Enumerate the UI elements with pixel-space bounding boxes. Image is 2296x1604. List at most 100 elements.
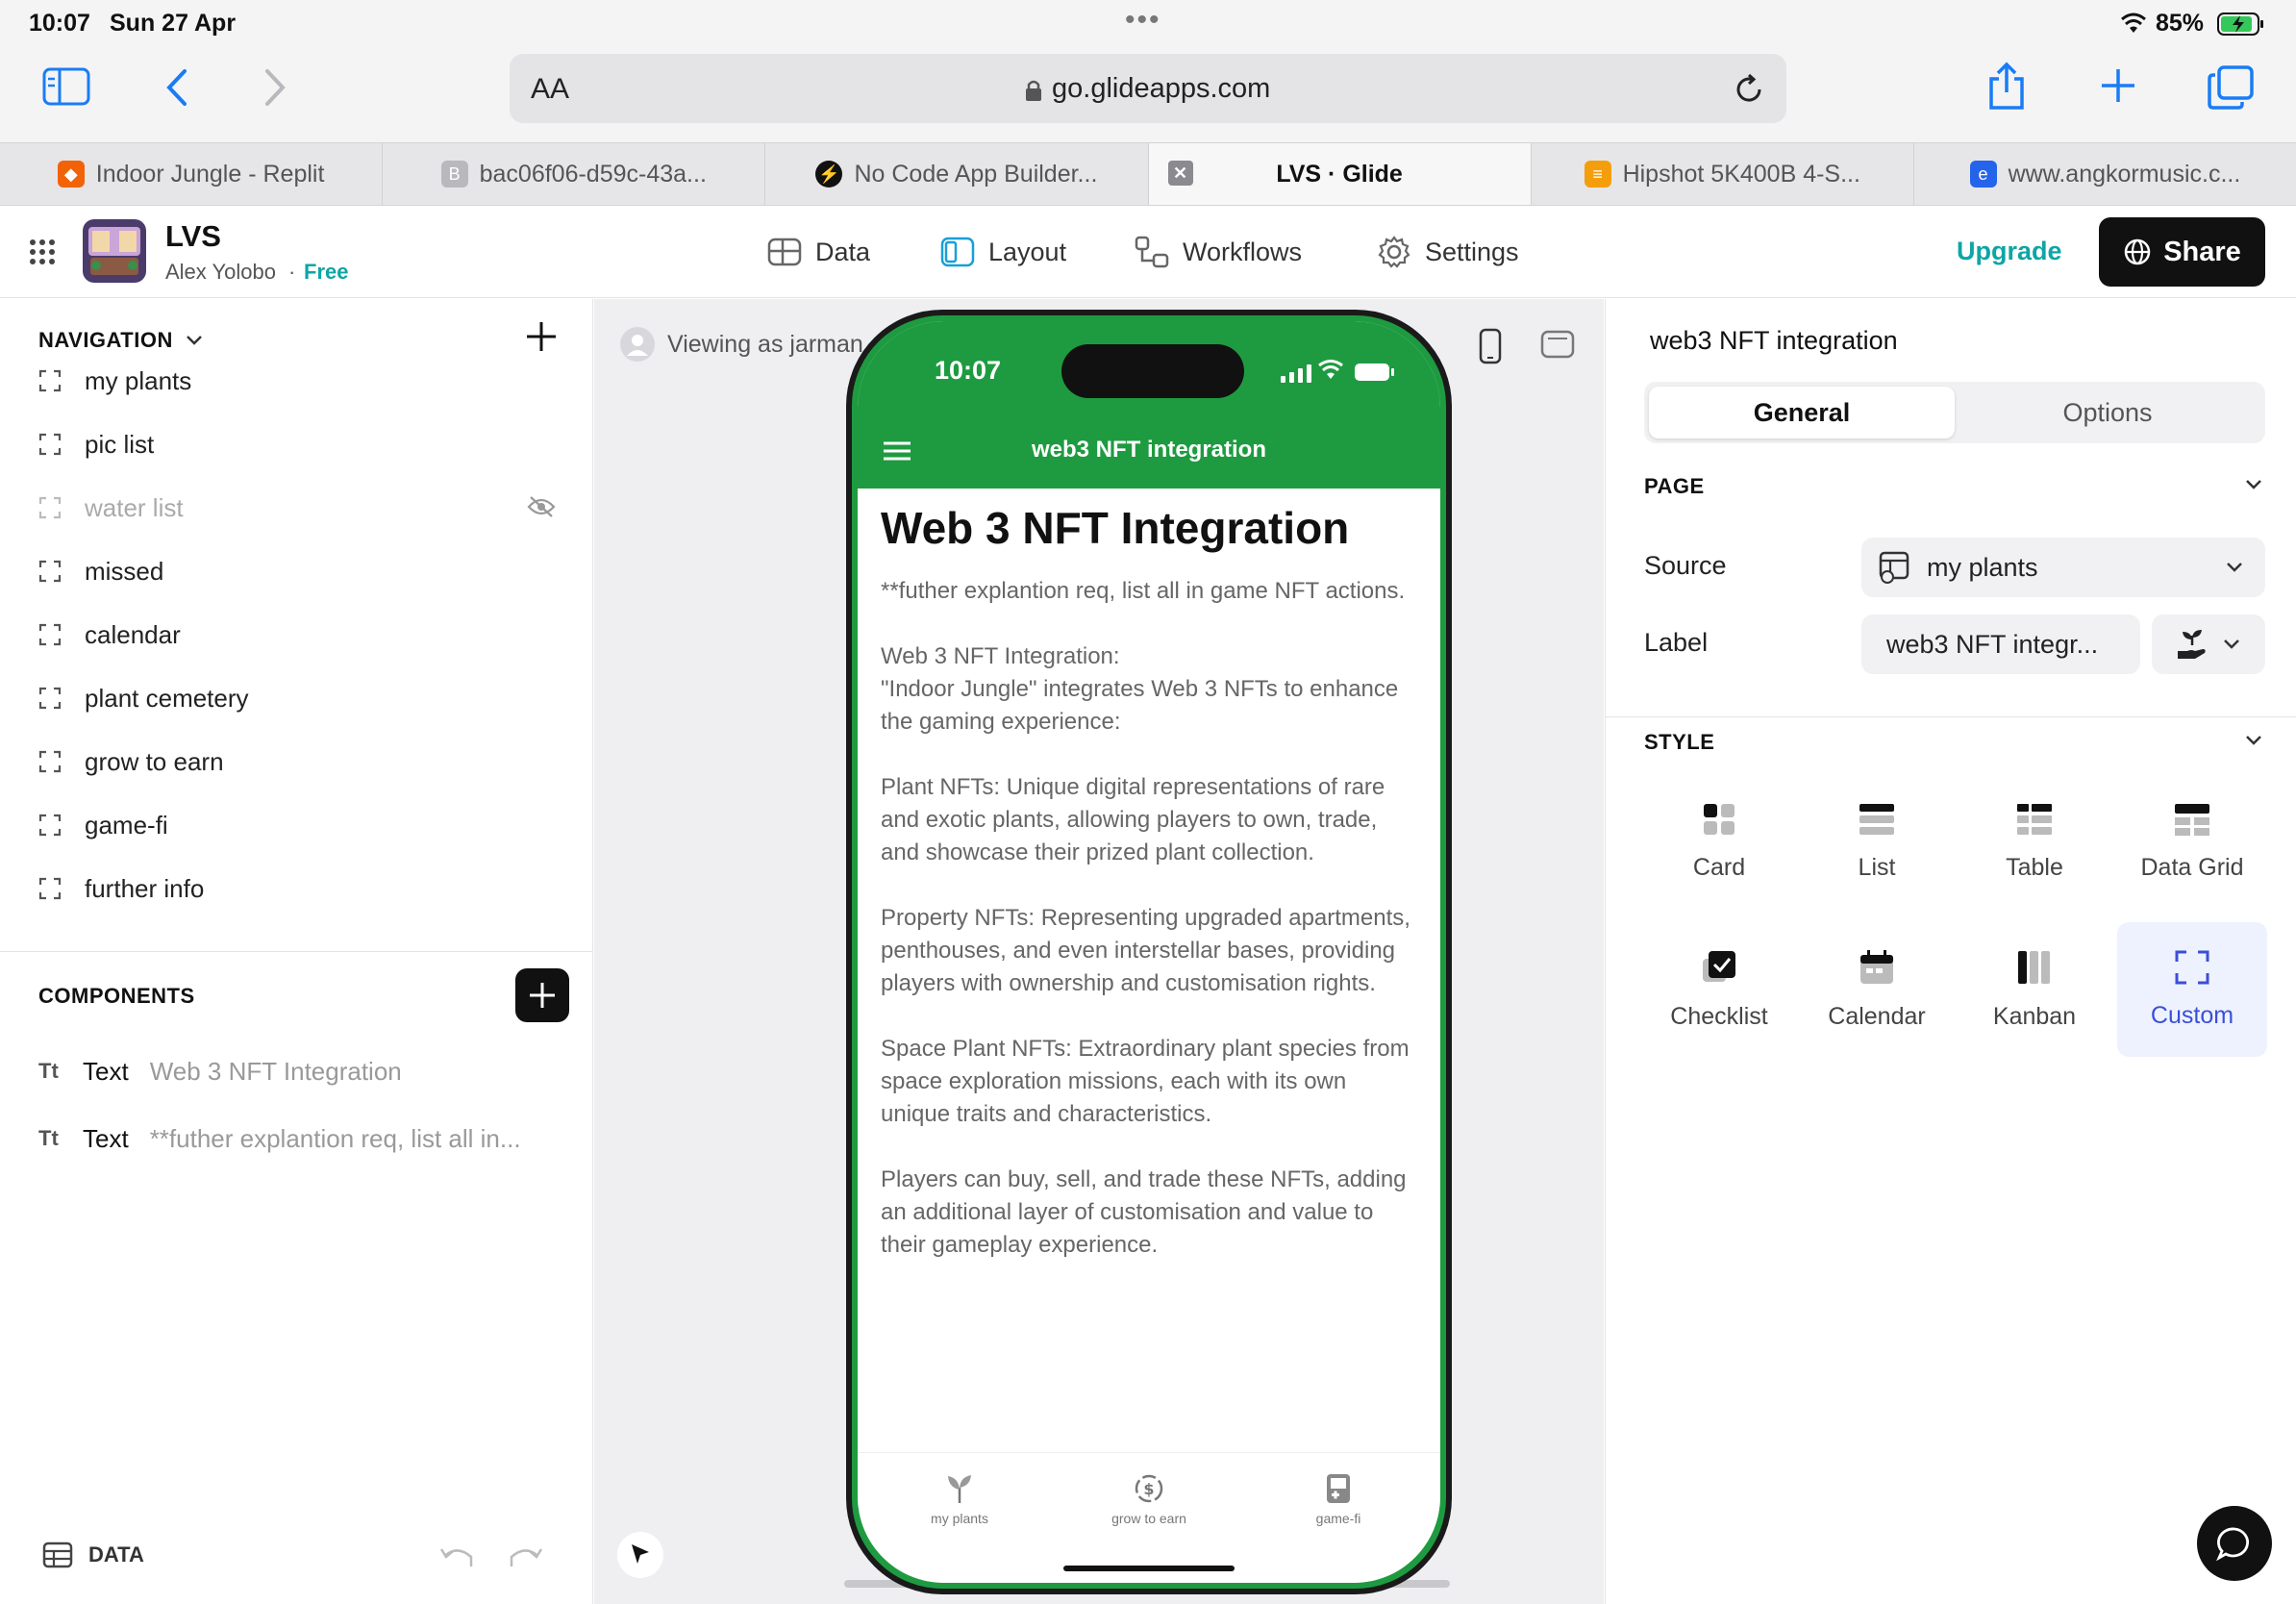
navigation-header[interactable]: NAVIGATION bbox=[38, 328, 204, 353]
nav-item-game-fi[interactable]: game-fi bbox=[38, 801, 168, 849]
data-editor-link[interactable]: DATA bbox=[42, 1541, 144, 1568]
calendar-style-icon bbox=[1860, 949, 1893, 984]
nav-item-calendar[interactable]: calendar bbox=[38, 611, 181, 659]
style-list[interactable]: List bbox=[1802, 774, 1952, 909]
style-label: Data Grid bbox=[2140, 853, 2244, 881]
custom-style-icon bbox=[2175, 950, 2209, 984]
multitask-dots[interactable]: ••• bbox=[1125, 4, 1161, 37]
nav-item-plant-cemetery[interactable]: plant cemetery bbox=[38, 674, 249, 722]
add-component-button[interactable] bbox=[515, 968, 569, 1022]
style-card[interactable]: Card bbox=[1644, 774, 1794, 909]
component-text-2[interactable]: Tt Text **futher explantion req, list al… bbox=[38, 1115, 521, 1163]
style-custom[interactable]: Custom bbox=[2117, 922, 2267, 1057]
hidden-eye-icon[interactable] bbox=[527, 495, 556, 518]
tabs-overview-icon[interactable] bbox=[2208, 65, 2254, 110]
options-tab[interactable]: Options bbox=[1955, 387, 2260, 439]
redo-icon[interactable] bbox=[506, 1545, 544, 1570]
lock-icon bbox=[1025, 79, 1042, 102]
custom-screen-icon bbox=[38, 623, 62, 646]
tablet-preview-icon[interactable] bbox=[1540, 330, 1575, 359]
source-select[interactable]: my plants bbox=[1861, 538, 2265, 597]
tab-hipshot[interactable]: ≡ Hipshot 5K400B 4-S... bbox=[1532, 143, 1914, 205]
component-value: **futher explantion req, list all in... bbox=[149, 1123, 521, 1153]
content-paragraph: Property NFTs: Representing upgraded apa… bbox=[881, 905, 1410, 996]
owner-separator: · bbox=[288, 260, 296, 284]
label-icon-picker[interactable] bbox=[2152, 614, 2265, 674]
custom-screen-icon bbox=[38, 496, 62, 519]
text-type-icon: Tt bbox=[38, 1126, 59, 1150]
custom-screen-icon bbox=[38, 560, 62, 583]
tab-workflows[interactable]: Workflows bbox=[1135, 231, 1302, 273]
content-paragraph: Plant NFTs: Unique digital representatio… bbox=[881, 774, 1385, 865]
undo-icon[interactable] bbox=[438, 1545, 477, 1570]
tab-layout[interactable]: Layout bbox=[940, 231, 1066, 273]
share-button[interactable]: Share bbox=[2099, 217, 2265, 287]
style-table[interactable]: Table bbox=[1959, 774, 2109, 909]
content-paragraph[interactable]: **futher explantion req, list all in gam… bbox=[881, 575, 1419, 608]
phone-tab-grow-to-earn[interactable]: $ grow to earn bbox=[1072, 1472, 1226, 1526]
content-paragraph: Web 3 NFT Integration: "Indoor Jungle" i… bbox=[881, 643, 1399, 735]
custom-screen-icon bbox=[38, 369, 62, 392]
divider bbox=[1606, 716, 2296, 717]
style-calendar[interactable]: Calendar bbox=[1802, 922, 1952, 1057]
wifi-icon bbox=[2119, 12, 2148, 35]
phone-preview: 10:07 web3 NFT integration Web 3 NFT Int… bbox=[846, 310, 1452, 1594]
tab-bac06f06[interactable]: B bac06f06-d59c-43a... bbox=[383, 143, 766, 205]
user-avatar-icon bbox=[620, 327, 655, 362]
close-tab-icon[interactable]: ✕ bbox=[1167, 161, 1193, 186]
chat-support-button[interactable] bbox=[2197, 1506, 2272, 1581]
component-text-1[interactable]: Tt Text Web 3 NFT Integration bbox=[38, 1047, 402, 1095]
signal-icon bbox=[1281, 363, 1311, 383]
phone-screen: 10:07 web3 NFT integration Web 3 NFT Int… bbox=[858, 321, 1440, 1583]
tab-settings[interactable]: Settings bbox=[1377, 231, 1519, 273]
chevron-down-icon[interactable] bbox=[2244, 478, 2263, 491]
coin-cycle-icon: $ bbox=[1135, 1474, 1163, 1503]
tab-no-code-app-builder[interactable]: ⚡ No Code App Builder... bbox=[765, 143, 1149, 205]
sidebar-toggle-icon[interactable] bbox=[42, 67, 90, 106]
tab-data[interactable]: Data bbox=[767, 231, 870, 273]
phone-tab-game-fi[interactable]: game-fi bbox=[1261, 1472, 1415, 1526]
list-style-icon bbox=[1859, 803, 1894, 835]
url-text: go.glideapps.com bbox=[1052, 73, 1271, 104]
nav-item-grow-to-earn[interactable]: grow to earn bbox=[38, 738, 224, 786]
content-heading[interactable]: Web 3 NFT Integration bbox=[881, 502, 1419, 554]
layout-icon bbox=[940, 237, 975, 267]
nav-item-water-list[interactable]: water list bbox=[38, 484, 184, 532]
general-tab[interactable]: General bbox=[1649, 387, 1955, 439]
cursor-tool-icon[interactable] bbox=[617, 1532, 663, 1578]
phone-preview-icon[interactable] bbox=[1479, 328, 1502, 364]
chevron-down-icon[interactable] bbox=[2244, 734, 2263, 747]
app-logo[interactable] bbox=[83, 219, 146, 283]
forward-icon[interactable] bbox=[263, 67, 288, 108]
nav-item-further-info[interactable]: further info bbox=[38, 865, 204, 913]
left-panel: NAVIGATION my plants pic list water list mi… bbox=[0, 299, 593, 1604]
nav-item-pic-list[interactable]: pic list bbox=[38, 420, 154, 468]
share-icon[interactable] bbox=[1986, 62, 2027, 112]
style-data-grid[interactable]: Data Grid bbox=[2117, 774, 2267, 909]
phone-tab-my-plants[interactable]: my plants bbox=[883, 1472, 1036, 1526]
style-checklist[interactable]: Checklist bbox=[1644, 922, 1794, 1057]
nav-item-missed[interactable]: missed bbox=[38, 547, 163, 595]
viewing-as-selector[interactable]: Viewing as jarman bbox=[619, 326, 863, 363]
label-input[interactable]: web3 NFT integr... bbox=[1861, 614, 2140, 674]
add-screen-icon[interactable] bbox=[525, 320, 558, 353]
style-section-title: STYLE bbox=[1644, 730, 1715, 754]
chevron-down-icon bbox=[2224, 639, 2239, 649]
nav-item-my-plants[interactable]: my plants bbox=[38, 357, 191, 405]
components-title: COMPONENTS bbox=[38, 984, 195, 1008]
tab-label: www.angkormusic.c... bbox=[2008, 160, 2241, 188]
address-bar[interactable]: AA go.glideapps.com bbox=[510, 54, 1786, 123]
reader-settings-button[interactable]: AA bbox=[531, 73, 569, 106]
style-kanban[interactable]: Kanban bbox=[1959, 922, 2109, 1057]
upgrade-button[interactable]: Upgrade bbox=[1957, 237, 2062, 266]
apps-grid-icon[interactable] bbox=[29, 238, 56, 265]
reload-icon[interactable] bbox=[1733, 73, 1765, 106]
tab-lvs-glide[interactable]: ✕ LVS · Glide bbox=[1148, 143, 1532, 205]
replit-icon: ◆ bbox=[57, 161, 85, 188]
new-tab-icon[interactable] bbox=[2100, 67, 2136, 104]
plant-hand-icon bbox=[2178, 630, 2206, 659]
tab-indoor-jungle[interactable]: ◆ Indoor Jungle - Replit bbox=[0, 143, 384, 205]
plus-icon bbox=[530, 983, 555, 1008]
back-icon[interactable] bbox=[163, 67, 188, 108]
tab-angkormusic[interactable]: e www.angkormusic.c... bbox=[1914, 143, 2296, 205]
